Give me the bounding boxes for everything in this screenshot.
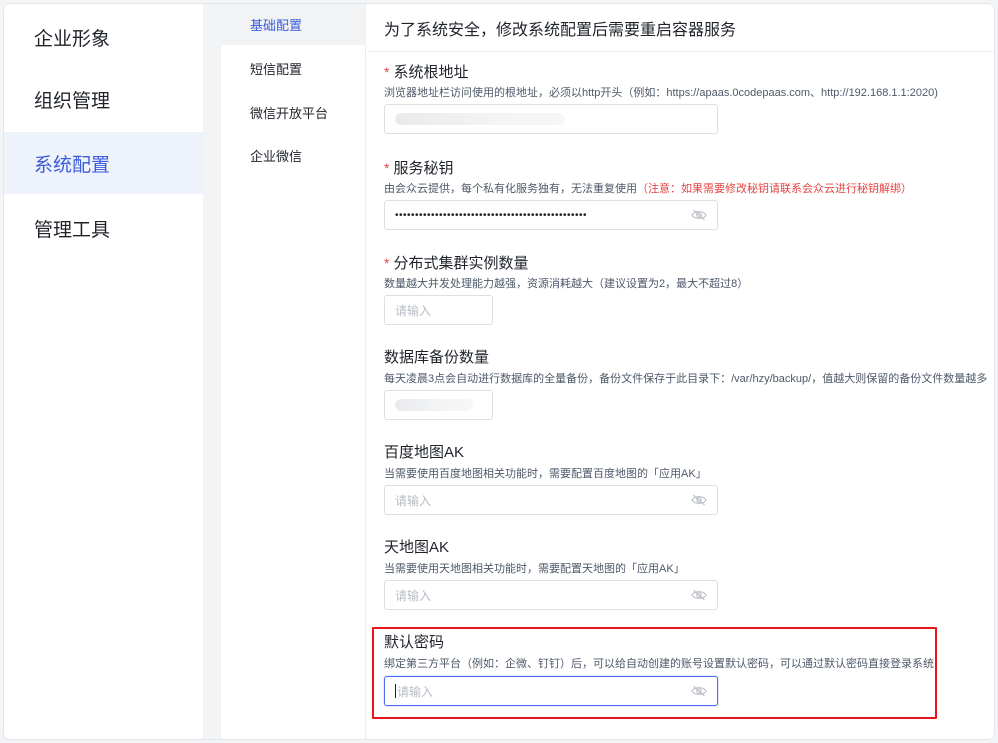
field-db-backup: 数据库备份数量 每天凌晨3点会自动进行数据库的全量备份，备份文件保存于此目录下：… <box>384 348 988 387</box>
redacted-value <box>395 113 565 125</box>
tianditu-ak-input[interactable]: 请输入 <box>384 580 718 610</box>
sidebar-item-admin-tools[interactable]: 管理工具 <box>4 197 203 259</box>
field-desc: 绑定第三方平台（例如：企微、钉钉）后，可以给自动创建的账号设置默认密码，可以通过… <box>384 658 934 670</box>
subnav-item-wechat-open[interactable]: 微信开放平台 <box>221 92 365 133</box>
field-desc: 浏览器地址栏访问使用的根地址，必须以http开头（例如：https://apaa… <box>384 87 938 99</box>
field-label: 百度地图AK <box>384 444 465 461</box>
field-desc: 当需要使用天地图相关功能时，需要配置天地图的「应用AK」 <box>384 563 685 575</box>
app-window: 企业形象 组织管理 系统配置 管理工具 基础配置 短信配置 微信开放平台 企业微… <box>4 4 994 739</box>
field-label: * 系统根地址 <box>384 64 469 81</box>
root-url-input[interactable] <box>384 104 718 134</box>
field-desc: 由会众云提供，每个私有化服务独有，无法重复使用（注意：如果需要修改秘钥请联系会众… <box>384 183 912 195</box>
db-backup-input[interactable] <box>384 390 493 420</box>
subnav-item-sms[interactable]: 短信配置 <box>221 48 365 89</box>
input-placeholder: 请输入 <box>397 684 434 699</box>
default-password-input[interactable]: 请输入 <box>384 676 718 706</box>
main-sidebar: 企业形象 组织管理 系统配置 管理工具 <box>4 4 203 739</box>
field-cluster-count: * 分布式集群实例数量 数量越大并发处理能力越强，资源消耗越大（建议设置为2，最大… <box>384 253 988 292</box>
required-mark: * <box>384 64 390 80</box>
field-service-key: * 服务秘钥 由会众云提供，每个私有化服务独有，无法重复使用（注意：如果需要修改秘… <box>384 158 988 197</box>
field-label: * 分布式集群实例数量 <box>384 255 529 272</box>
field-label: * 服务秘钥 <box>384 160 454 177</box>
field-label: 默认密码 <box>384 634 445 651</box>
field-desc: 当需要使用百度地图相关功能时，需要配置百度地图的「应用AK」 <box>384 468 707 480</box>
field-label: 数据库备份数量 <box>384 349 490 366</box>
required-mark: * <box>384 255 390 271</box>
sidebar-item-system-config[interactable]: 系统配置 <box>4 132 203 194</box>
input-placeholder: 请输入 <box>395 588 432 603</box>
sidebar-item-org[interactable]: 组织管理 <box>4 68 203 130</box>
input-placeholder: 请输入 <box>395 493 432 508</box>
eye-off-icon[interactable] <box>691 209 707 221</box>
field-root-url: * 系统根地址 浏览器地址栏访问使用的根地址，必须以http开头（例如：https… <box>384 62 988 101</box>
field-desc: 数量越大并发处理能力越强，资源消耗越大（建议设置为2，最大不超过8） <box>384 278 749 290</box>
sidebar-item-brand[interactable]: 企业形象 <box>4 6 203 68</box>
field-label: 天地图AK <box>384 539 450 556</box>
eye-off-icon[interactable] <box>691 685 707 697</box>
restart-notice: 为了系统安全，修改系统配置后需要重启容器服务 <box>367 4 994 52</box>
eye-off-icon[interactable] <box>691 589 707 601</box>
field-tianditu-ak: 天地图AK 当需要使用天地图相关功能时，需要配置天地图的「应用AK」 <box>384 538 988 577</box>
cluster-count-input[interactable]: 请输入 <box>384 295 493 325</box>
nav-gutter <box>203 4 221 739</box>
subnav-item-basic[interactable]: 基础配置 <box>221 4 365 45</box>
service-key-input[interactable]: ••••••••••••••••••••••••••••••••••••••••… <box>384 200 718 230</box>
baidu-ak-input[interactable]: 请输入 <box>384 485 718 515</box>
field-baidu-ak: 百度地图AK 当需要使用百度地图相关功能时，需要配置百度地图的「应用AK」 <box>384 443 988 482</box>
config-panel: 为了系统安全，修改系统配置后需要重启容器服务 * 系统根地址 浏览器地址栏访问使用… <box>367 4 994 739</box>
field-desc: 每天凌晨3点会自动进行数据库的全量备份，备份文件保存于此目录下：/var/hzy… <box>384 373 988 385</box>
input-placeholder: 请输入 <box>395 303 432 318</box>
field-default-password: 默认密码 绑定第三方平台（例如：企微、钉钉）后，可以给自动创建的账号设置默认密码… <box>384 633 988 672</box>
text-caret <box>395 684 396 698</box>
unbind-warning: （注意：如果需要修改秘钥请联系会众云进行秘钥解绑） <box>637 183 912 195</box>
subnav-item-wecom[interactable]: 企业微信 <box>221 135 365 176</box>
masked-value: ••••••••••••••••••••••••••••••••••••••••… <box>395 209 588 221</box>
redacted-value <box>395 399 473 411</box>
required-mark: * <box>384 160 390 176</box>
sub-sidebar: 基础配置 短信配置 微信开放平台 企业微信 <box>221 4 366 739</box>
eye-off-icon[interactable] <box>691 494 707 506</box>
